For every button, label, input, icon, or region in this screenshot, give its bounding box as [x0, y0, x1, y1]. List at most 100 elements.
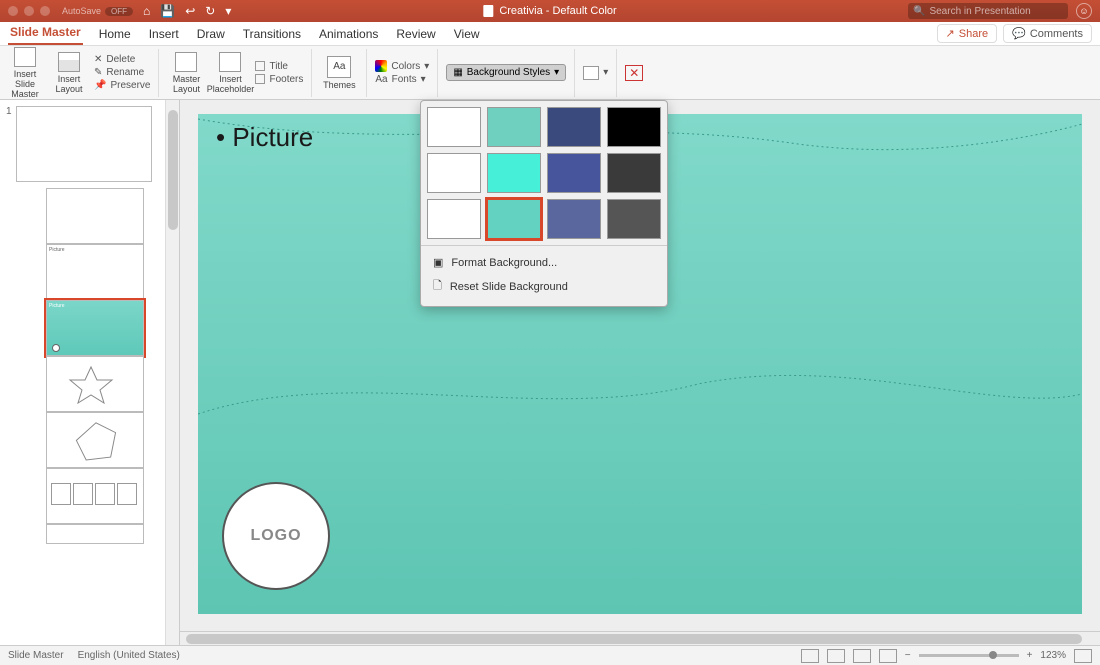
minimize-window-icon[interactable] [24, 6, 34, 16]
zoom-window-icon[interactable] [40, 6, 50, 16]
format-icon: ▣ [433, 256, 443, 269]
background-swatch[interactable] [547, 199, 601, 239]
background-styles-icon: ▦ [453, 67, 462, 78]
rename-label: Rename [106, 67, 144, 78]
search-input[interactable] [929, 6, 1063, 17]
background-swatch[interactable] [427, 199, 481, 239]
insert-layout-label: Insert Layout [55, 74, 82, 94]
fonts-dropdown[interactable]: AaFonts▾ [375, 74, 429, 85]
background-swatch[interactable] [487, 199, 541, 239]
preserve-button[interactable]: 📌Preserve [94, 80, 150, 91]
slide-size-icon [583, 66, 599, 80]
background-styles-popover: ▣ Format Background... 🗋 Reset Slide Bac… [420, 100, 668, 307]
slideshow-view-button[interactable] [879, 649, 897, 663]
tab-slide-master[interactable]: Slide Master [8, 21, 83, 45]
home-icon[interactable]: ⌂ [143, 4, 150, 18]
undo-icon[interactable]: ↩ [185, 4, 195, 18]
insert-layout-button[interactable]: Insert Layout [50, 52, 88, 94]
background-swatch[interactable] [607, 199, 661, 239]
background-swatch[interactable] [487, 153, 541, 193]
logo-placeholder[interactable]: LOGO [222, 482, 330, 590]
hide-background-graphics-button[interactable]: ▾ [583, 66, 608, 80]
fonts-icon: Aa [375, 74, 387, 85]
redo-icon[interactable]: ↻ [205, 4, 215, 18]
ribbon: Insert Slide Master Insert Layout ✕Delet… [0, 46, 1100, 100]
autosave-label: AutoSave [62, 6, 101, 16]
document-title: Creativia - Default Color [483, 5, 616, 17]
share-icon: ↗ [946, 27, 955, 40]
master-layout-button[interactable]: Master Layout [167, 52, 205, 94]
zoom-slider-knob[interactable] [989, 651, 997, 659]
tab-review[interactable]: Review [394, 23, 437, 45]
tab-draw[interactable]: Draw [195, 23, 227, 45]
format-background-item[interactable]: ▣ Format Background... [427, 252, 661, 273]
colors-dropdown[interactable]: Colors ▾ [375, 60, 429, 72]
window-controls[interactable] [8, 6, 50, 16]
layout-thumbnail[interactable] [46, 356, 144, 412]
status-language[interactable]: English (United States) [78, 650, 180, 661]
zoom-in-button[interactable]: + [1027, 650, 1033, 661]
layout-thumbnail[interactable] [46, 468, 144, 524]
background-styles-dropdown[interactable]: ▦ Background Styles ▾ [446, 64, 566, 81]
quick-access-toolbar: ⌂ 💾 ↩ ↻ ▾ [143, 4, 231, 18]
background-swatch[interactable] [607, 107, 661, 147]
reset-background-item[interactable]: 🗋 Reset Slide Background [427, 273, 661, 300]
colors-label: Colors [391, 61, 420, 72]
zoom-level[interactable]: 123% [1040, 650, 1066, 661]
picture-placeholder-label[interactable]: Picture [216, 122, 313, 153]
status-bar: Slide Master English (United States) − +… [0, 645, 1100, 665]
reading-view-button[interactable] [853, 649, 871, 663]
normal-view-button[interactable] [801, 649, 819, 663]
themes-button[interactable]: AaThemes [320, 56, 358, 90]
zoom-slider[interactable] [919, 654, 1019, 657]
close-window-icon[interactable] [8, 6, 18, 16]
background-styles-label: Background Styles [467, 67, 550, 78]
tab-insert[interactable]: Insert [147, 23, 181, 45]
comments-button[interactable]: 💬Comments [1003, 24, 1092, 43]
title-bar: AutoSave OFF ⌂ 💾 ↩ ↻ ▾ Creativia - Defau… [0, 0, 1100, 22]
background-swatch[interactable] [547, 153, 601, 193]
background-swatch[interactable] [427, 153, 481, 193]
tab-animations[interactable]: Animations [317, 23, 380, 45]
ribbon-tabs: Slide Master Home Insert Draw Transition… [0, 22, 1100, 46]
zoom-out-button[interactable]: − [905, 650, 911, 661]
footers-checkbox[interactable]: Footers [255, 74, 303, 85]
share-button[interactable]: ↗Share [937, 24, 998, 43]
footers-checkbox-label: Footers [269, 74, 303, 85]
insert-slide-master-button[interactable]: Insert Slide Master [6, 47, 44, 99]
tab-view[interactable]: View [452, 23, 482, 45]
layout-thumbnail[interactable] [46, 412, 144, 468]
insert-placeholder-button[interactable]: Insert Placeholder [211, 52, 249, 94]
horizontal-scrollbar[interactable] [180, 631, 1100, 645]
layout-thumbnail[interactable]: Picture [46, 244, 144, 300]
rename-button[interactable]: ✎Rename [94, 67, 150, 78]
layout-thumbnail-selected[interactable]: Picture [46, 300, 144, 356]
title-checkbox[interactable]: Title [255, 61, 303, 72]
themes-label: Themes [323, 80, 356, 90]
close-master-view-button[interactable]: ✕ [625, 65, 643, 81]
background-swatch[interactable] [547, 107, 601, 147]
logo-text: LOGO [250, 527, 301, 545]
qat-overflow-icon[interactable]: ▾ [225, 4, 231, 18]
slide-sorter-view-button[interactable] [827, 649, 845, 663]
save-icon[interactable]: 💾 [160, 4, 175, 18]
tab-home[interactable]: Home [97, 23, 133, 45]
search-box[interactable]: 🔍 [908, 3, 1068, 19]
layout-thumbnail[interactable] [46, 188, 144, 244]
scrollbar-handle[interactable] [168, 110, 178, 230]
autosave-toggle[interactable]: AutoSave OFF [62, 6, 133, 16]
scrollbar-handle[interactable] [186, 634, 1082, 644]
chevron-down-icon: ▾ [424, 61, 429, 72]
thumbnails-scrollbar[interactable] [165, 100, 179, 645]
tab-transitions[interactable]: Transitions [241, 23, 303, 45]
fonts-label: Fonts [392, 74, 417, 85]
delete-button[interactable]: ✕Delete [94, 54, 150, 65]
background-swatch[interactable] [607, 153, 661, 193]
background-swatch[interactable] [487, 107, 541, 147]
layout-thumbnail[interactable] [46, 524, 144, 544]
account-icon[interactable]: ☺ [1076, 3, 1092, 19]
master-thumbnail[interactable] [16, 106, 152, 182]
background-swatch[interactable] [427, 107, 481, 147]
fit-to-window-button[interactable] [1074, 649, 1092, 663]
comment-icon: 💬 [1012, 27, 1026, 40]
